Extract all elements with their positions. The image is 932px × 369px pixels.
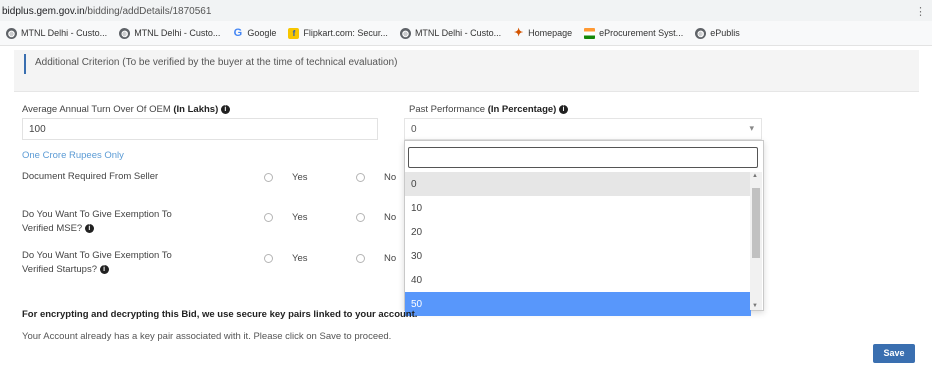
dropdown-option[interactable]: 30: [405, 244, 751, 268]
past-performance-select[interactable]: 0 ▾: [404, 118, 762, 140]
radio-label-yes: Yes: [292, 212, 308, 223]
bookmark-item[interactable]: ✦ Homepage: [513, 26, 573, 39]
info-icon[interactable]: i: [99, 264, 109, 274]
bookmark-label: eProcurement Syst...: [599, 28, 684, 38]
radio-label-no: No: [384, 172, 397, 183]
dropdown-scrollbar[interactable]: ▲ ▼: [750, 172, 762, 310]
bookmarks-bar: ◍ MTNL Delhi - Custo... ◍ MTNL Delhi - Cus…: [0, 21, 932, 46]
radio-mse-no[interactable]: [356, 213, 365, 222]
radio-label-yes: Yes: [292, 253, 308, 264]
radio-startups-no[interactable]: [356, 254, 365, 263]
bookmark-item[interactable]: ◍ MTNL Delhi - Custo...: [119, 27, 221, 39]
dropdown-option[interactable]: 50: [405, 292, 751, 316]
turnover-input[interactable]: 100: [22, 118, 378, 140]
dropdown-search-input[interactable]: [408, 147, 758, 168]
bookmark-item[interactable]: ◍ ePublis: [695, 27, 740, 39]
bookmark-label: ePublis: [710, 28, 740, 38]
past-performance-dropdown: 0 10 20 30 40 50 ▲ ▼: [404, 140, 764, 316]
bookmark-item[interactable]: f Flipkart.com: Secur...: [288, 27, 388, 39]
info-icon[interactable]: i: [558, 104, 568, 114]
bookmark-label: MTNL Delhi - Custo...: [134, 28, 221, 38]
flipkart-icon: f: [288, 27, 300, 39]
india-flag-icon: [584, 27, 596, 39]
info-icon[interactable]: i: [84, 223, 94, 233]
radio-label-no: No: [384, 212, 397, 223]
radio-document-yes[interactable]: [264, 173, 273, 182]
dropdown-option[interactable]: 10: [405, 196, 751, 220]
bookmark-label: Google: [247, 28, 277, 38]
question-document-label: Document Required From Seller: [22, 171, 159, 182]
radio-document-no[interactable]: [356, 173, 365, 182]
account-note: Your Account already has a key pair asso…: [22, 331, 392, 342]
question-mse-label: Do You Want To Give Exemption To Verifie…: [22, 209, 172, 234]
address-bar[interactable]: bidplus.gem.gov.in/bidding/addDetails/18…: [0, 0, 932, 21]
bookmark-label: MTNL Delhi - Custo...: [21, 28, 108, 38]
globe-icon: ◍: [695, 27, 707, 39]
dropdown-option[interactable]: 40: [405, 268, 751, 292]
dropdown-options: 0 10 20 30 40 50: [405, 172, 751, 316]
globe-icon: ◍: [119, 27, 131, 39]
bookmark-label: MTNL Delhi - Custo...: [414, 28, 502, 38]
url-host: bidplus.gem.gov.in: [2, 6, 85, 17]
radio-label-yes: Yes: [292, 172, 308, 183]
save-button[interactable]: Save: [873, 344, 915, 363]
past-performance-label: Past Performance (In Percentage) i: [409, 104, 568, 115]
scroll-up-icon[interactable]: ▲: [752, 173, 758, 179]
url-path: /bidding/addDetails/1870561: [84, 6, 212, 17]
turnover-hint: One Crore Rupees Only: [22, 150, 124, 161]
google-icon: G: [233, 26, 243, 39]
encryption-note: For encrypting and decrypting this Bid, …: [22, 309, 418, 320]
scrollbar-thumb[interactable]: [752, 188, 760, 258]
homepage-icon: ✦: [514, 26, 524, 39]
additional-criterion-section: Additional Criterion (To be verified by …: [14, 50, 919, 92]
bookmark-label: Flipkart.com: Secur...: [303, 28, 388, 38]
info-icon[interactable]: i: [220, 104, 230, 114]
browser-menu-icon[interactable]: ⋮: [915, 5, 926, 18]
scroll-down-icon[interactable]: ▼: [752, 303, 758, 309]
section-accent-bar: [24, 54, 26, 74]
globe-icon: ◍: [399, 27, 411, 39]
question-startups-label: Do You Want To Give Exemption To Verifie…: [22, 250, 172, 275]
dropdown-option[interactable]: 20: [405, 220, 751, 244]
chevron-down-icon: ▾: [749, 123, 754, 133]
criterion-text: Additional Criterion (To be verified by …: [35, 57, 398, 68]
globe-icon: ◍: [6, 27, 17, 39]
bookmark-item[interactable]: eProcurement Syst...: [584, 27, 684, 39]
radio-startups-yes[interactable]: [264, 254, 273, 263]
radio-mse-yes[interactable]: [264, 213, 273, 222]
turnover-label: Average Annual Turn Over Of OEM (In Lakh…: [22, 104, 230, 115]
bookmark-item[interactable]: ◍ MTNL Delhi - Custo...: [399, 27, 502, 39]
dropdown-option[interactable]: 0: [405, 172, 751, 196]
bookmark-item[interactable]: G Google: [232, 26, 277, 39]
bookmark-item[interactable]: ◍ MTNL Delhi - Custo...: [6, 27, 108, 39]
past-performance-value: 0: [411, 124, 417, 135]
bookmark-label: Homepage: [528, 28, 573, 38]
radio-label-no: No: [384, 253, 397, 264]
